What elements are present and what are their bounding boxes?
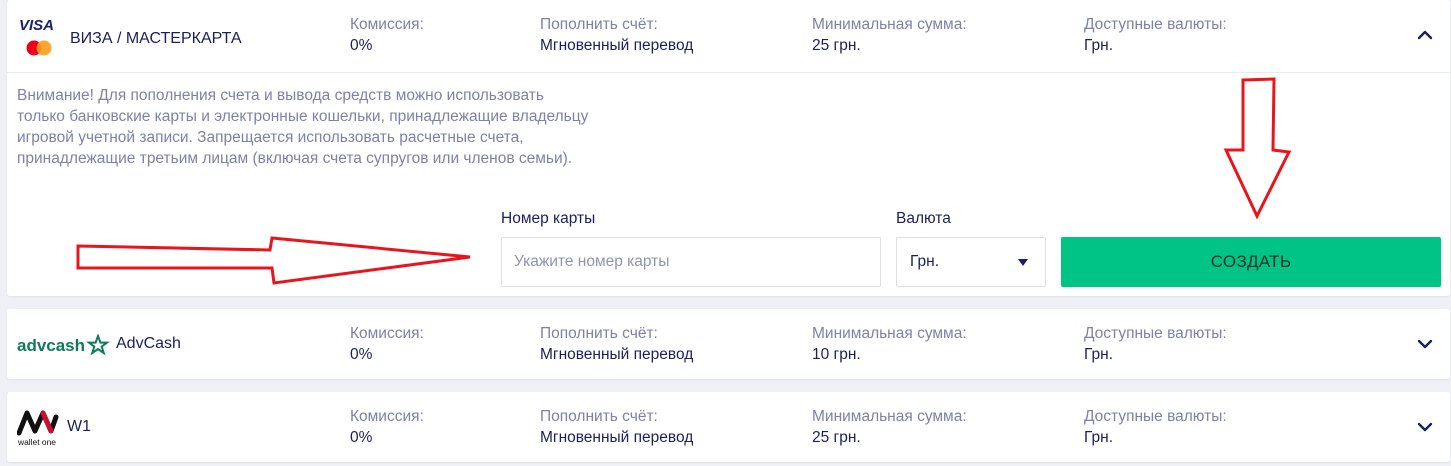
min-amount-value: 25 грн. (812, 37, 861, 54)
currency-label: Валюта (896, 210, 951, 227)
min-amount-info: Минимальная сумма: 10 грн. (812, 323, 967, 365)
currency-select[interactable]: Грн. (896, 237, 1046, 287)
payment-method-card-visa-mastercard: VISA ВИЗА / МАСТЕРКАРТА Комиссия: 0% Поп… (7, 0, 1450, 296)
create-button[interactable]: СОЗДАТЬ (1061, 237, 1441, 287)
commission-value: 0% (350, 429, 373, 446)
deposit-label: Пополнить счёт: (540, 325, 658, 342)
commission-label: Комиссия: (350, 16, 424, 33)
advcash-logo-text: advcash (17, 336, 85, 355)
payment-method-card-w1[interactable]: wallet one W1 Комиссия: 0% Пополнить счё… (7, 392, 1450, 462)
visa-logo-text: VISA (19, 17, 54, 34)
commission-info: Комиссия: 0% (350, 406, 424, 448)
min-amount-label: Минимальная сумма: (812, 408, 967, 425)
warning-text: Внимание! Для пополнения счета и вывода … (17, 87, 589, 167)
commission-label: Комиссия: (350, 408, 424, 425)
deposit-info: Пополнить счёт: Мгновенный перевод (540, 406, 693, 448)
currencies-value: Грн. (1084, 429, 1114, 446)
min-amount-value: 10 грн. (812, 346, 861, 363)
payment-method-card-advcash[interactable]: advcash AdvCash Комиссия: 0% Пополнить с… (7, 309, 1450, 379)
currencies-info: Доступные валюты: Грн. (1084, 14, 1227, 56)
min-amount-value: 25 грн. (812, 429, 861, 446)
deposit-info: Пополнить счёт: Мгновенный перевод (540, 14, 693, 56)
deposit-value: Мгновенный перевод (540, 429, 694, 446)
currencies-label: Доступные валюты: (1084, 16, 1227, 33)
currencies-info: Доступные валюты: Грн. (1084, 406, 1227, 448)
card-number-input[interactable] (501, 237, 881, 287)
min-amount-label: Минимальная сумма: (812, 325, 967, 342)
method-name: ВИЗА / МАСТЕРКАРТА (70, 30, 242, 47)
commission-info: Комиссия: 0% (350, 323, 424, 365)
commission-value: 0% (350, 346, 373, 363)
min-amount-info: Минимальная сумма: 25 грн. (812, 14, 967, 56)
currency-selected-value: Грн. (910, 253, 940, 270)
visa-mastercard-logo: VISA (17, 14, 67, 58)
chevron-up-icon[interactable] (1416, 26, 1434, 44)
currencies-label: Доступные валюты: (1084, 408, 1227, 425)
deposit-label: Пополнить счёт: (540, 408, 658, 425)
deposit-info: Пополнить счёт: Мгновенный перевод (540, 323, 693, 365)
wallet-one-logo: wallet one (16, 409, 59, 447)
commission-value: 0% (350, 37, 373, 54)
payment-method-header[interactable]: wallet one W1 Комиссия: 0% Пополнить счё… (7, 392, 1450, 462)
deposit-value: Мгновенный перевод (540, 346, 694, 363)
payment-method-header[interactable]: VISA ВИЗА / МАСТЕРКАРТА Комиссия: 0% Поп… (7, 0, 1450, 70)
commission-label: Комиссия: (350, 325, 424, 342)
currencies-value: Грн. (1084, 37, 1114, 54)
currencies-value: Грн. (1084, 346, 1114, 363)
divider (7, 72, 1450, 73)
deposit-label: Пополнить счёт: (540, 16, 658, 33)
min-amount-info: Минимальная сумма: 25 грн. (812, 406, 967, 448)
currencies-info: Доступные валюты: Грн. (1084, 323, 1227, 365)
wallet-one-logo-text: wallet one (17, 438, 57, 447)
chevron-down-icon[interactable] (1416, 335, 1434, 353)
payment-method-header[interactable]: advcash AdvCash Комиссия: 0% Пополнить с… (7, 309, 1450, 379)
card-number-label: Номер карты (501, 210, 596, 227)
chevron-down-icon[interactable] (1416, 418, 1434, 436)
advcash-logo: advcash (17, 333, 112, 356)
commission-info: Комиссия: 0% (350, 14, 424, 56)
currencies-label: Доступные валюты: (1084, 325, 1227, 342)
caret-down-icon (1018, 259, 1028, 266)
method-name: AdvCash (116, 335, 181, 352)
method-name: W1 (67, 418, 91, 435)
deposit-value: Мгновенный перевод (540, 37, 694, 54)
min-amount-label: Минимальная сумма: (812, 16, 967, 33)
